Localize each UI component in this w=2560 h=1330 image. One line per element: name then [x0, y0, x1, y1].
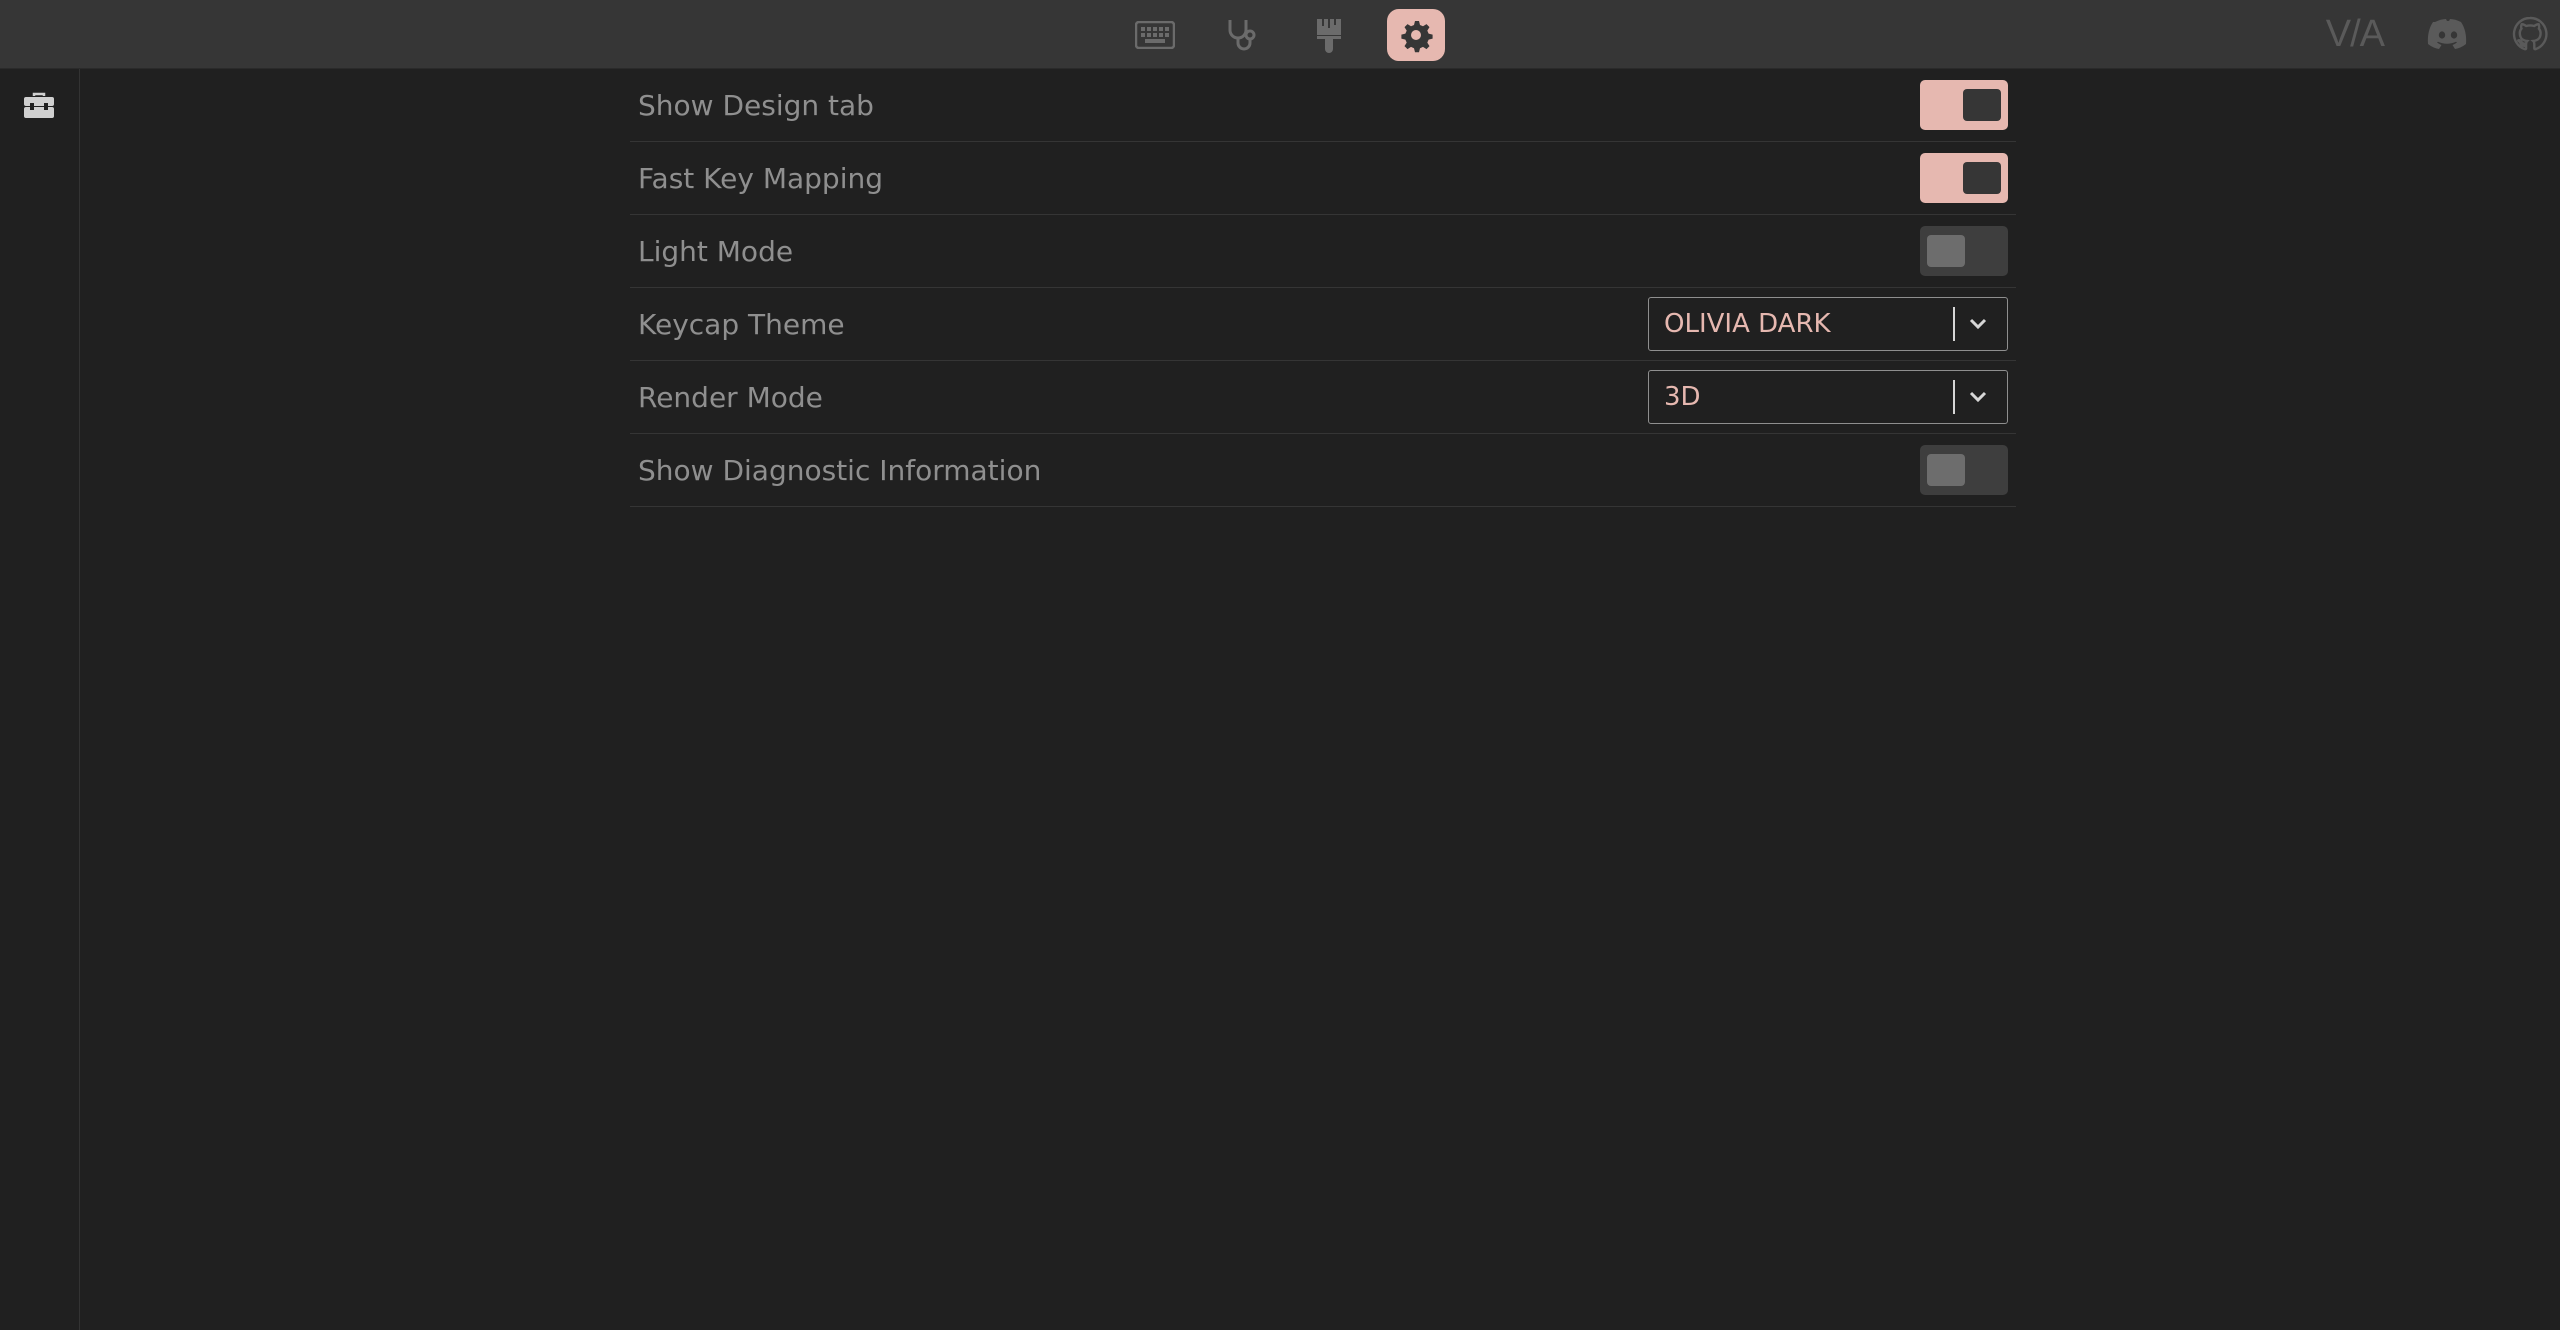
chevron-down-icon — [1969, 391, 1991, 403]
setting-label: Render Mode — [638, 380, 823, 414]
github-icon — [2512, 16, 2548, 51]
toggle-knob — [1927, 235, 1965, 267]
show-design-tab-toggle[interactable] — [1920, 80, 2008, 130]
stethoscope-icon — [1228, 20, 1256, 51]
keyboard-icon — [1135, 21, 1175, 49]
setting-row-light-mode: Light Mode — [630, 215, 2016, 288]
setting-row-show-diagnostic-information: Show Diagnostic Information — [630, 434, 2016, 507]
gear-icon — [1401, 20, 1433, 53]
external-links: V/A — [2326, 0, 2560, 68]
sidebar-item-general[interactable] — [20, 89, 58, 123]
setting-row-render-mode: Render Mode 3D — [630, 361, 2016, 434]
show-diagnostic-information-toggle[interactable] — [1920, 445, 2008, 495]
setting-row-keycap-theme: Keycap Theme OLIVIA DARK — [630, 288, 2016, 361]
sidebar — [0, 69, 80, 1330]
nav-tabs — [1126, 6, 1445, 64]
setting-label: Light Mode — [638, 234, 794, 268]
light-mode-toggle[interactable] — [1920, 226, 2008, 276]
setting-label: Show Diagnostic Information — [638, 453, 1042, 487]
setting-row-show-design-tab: Show Design tab — [630, 69, 2016, 142]
settings-panel: Show Design tab Fast Key Mapping Light M… — [630, 69, 2016, 507]
via-logo: V/A — [2325, 12, 2385, 55]
nav-tab-design[interactable] — [1300, 9, 1358, 61]
fast-key-mapping-toggle[interactable] — [1920, 153, 2008, 203]
chevron-down-icon — [1969, 318, 1991, 330]
discord-link[interactable] — [2426, 12, 2470, 56]
nav-tab-settings[interactable] — [1387, 9, 1445, 61]
toolbox-icon — [24, 92, 54, 118]
select-value: OLIVIA DARK — [1664, 309, 1831, 339]
discord-icon — [2427, 19, 2467, 49]
paintbrush-icon — [1317, 19, 1341, 53]
render-mode-select[interactable]: 3D — [1648, 370, 2008, 424]
toggle-knob — [1927, 454, 1965, 486]
setting-row-fast-key-mapping: Fast Key Mapping — [630, 142, 2016, 215]
select-separator — [1953, 307, 1955, 341]
setting-label: Keycap Theme — [638, 307, 845, 341]
setting-label: Show Design tab — [638, 88, 874, 122]
select-separator — [1953, 380, 1955, 414]
keycap-theme-select[interactable]: OLIVIA DARK — [1648, 297, 2008, 351]
toggle-knob — [1963, 162, 2001, 194]
setting-label: Fast Key Mapping — [638, 161, 883, 195]
top-navigation-bar: V/A — [0, 0, 2560, 69]
select-value: 3D — [1664, 382, 1701, 412]
nav-tab-test[interactable] — [1213, 9, 1271, 61]
toggle-knob — [1963, 89, 2001, 121]
github-link[interactable] — [2508, 12, 2552, 56]
nav-tab-keyboard[interactable] — [1126, 9, 1184, 61]
